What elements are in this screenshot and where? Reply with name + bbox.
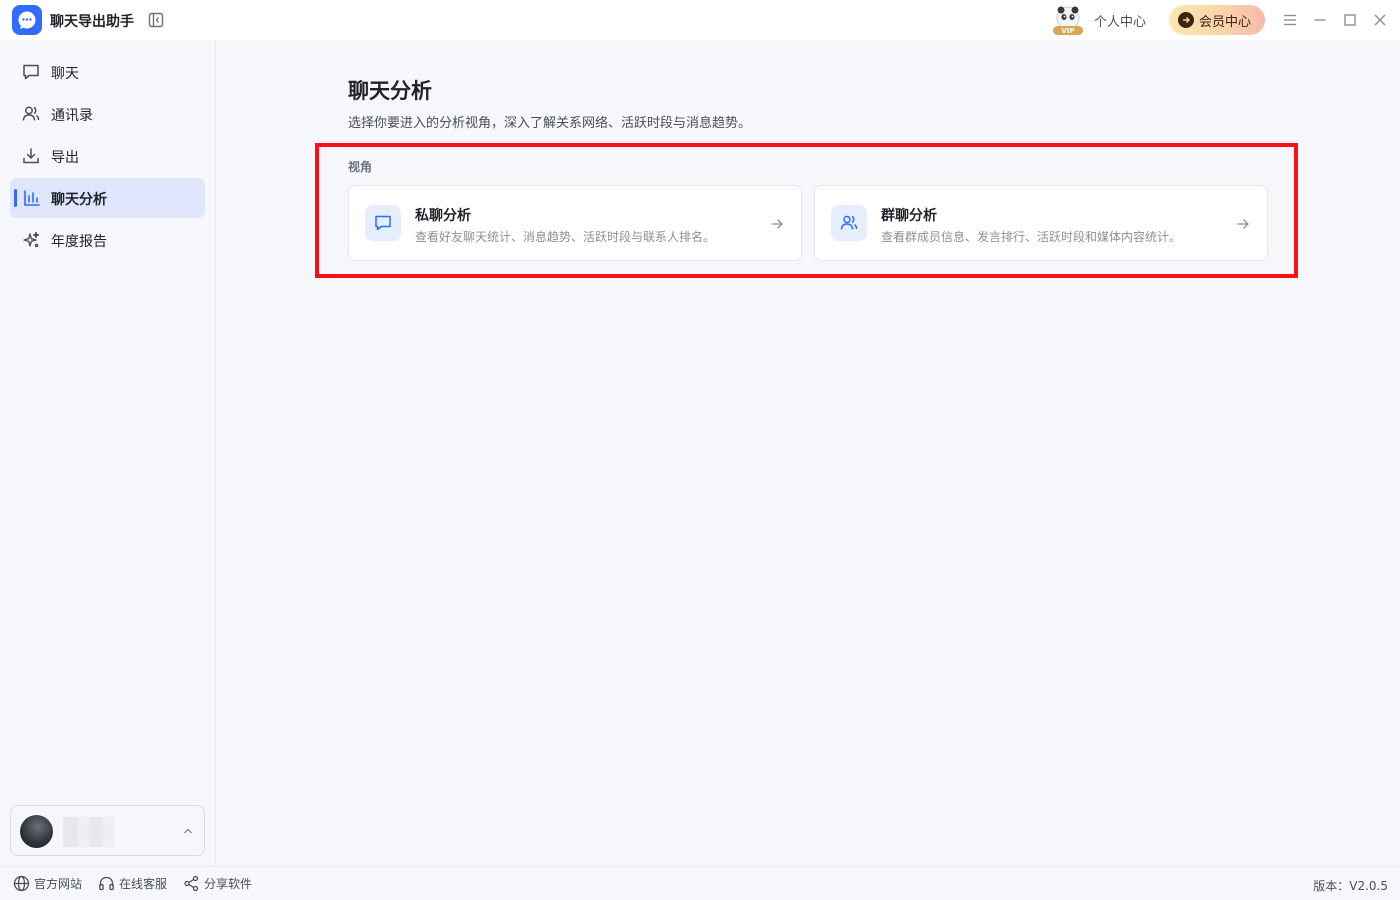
sidebar-item-export[interactable]: 导出 xyxy=(10,136,205,176)
sidebar-item-annual-report[interactable]: 年度报告 xyxy=(10,220,205,260)
status-bar: 官方网站 在线客服 分享软件 版本：V2.0.5 xyxy=(0,866,1400,900)
status-link-label: 在线客服 xyxy=(119,877,168,891)
download-icon xyxy=(21,146,41,166)
active-indicator xyxy=(14,189,17,207)
sidebar-item-label: 导出 xyxy=(51,150,79,166)
main-content: 聊天分析 选择你要进入的分析视角，深入了解关系网络、活跃时段与消息趋势。 视角 … xyxy=(217,40,1400,866)
app-logo-icon xyxy=(12,5,42,35)
sidebar-item-chat[interactable]: 聊天 xyxy=(10,52,205,92)
chevron-up-icon xyxy=(181,823,195,837)
minimize-icon[interactable] xyxy=(1311,11,1329,29)
sidebar-item-contacts[interactable]: 通讯录 xyxy=(10,94,205,134)
personal-center-link[interactable]: 个人中心 xyxy=(1094,11,1146,30)
official-website-link[interactable]: 官方网站 xyxy=(13,875,82,892)
globe-icon xyxy=(13,875,30,892)
page-subtitle: 选择你要进入的分析视角，深入了解关系网络、活跃时段与消息趋势。 xyxy=(348,116,752,131)
share-icon xyxy=(183,875,200,892)
online-support-link[interactable]: 在线客服 xyxy=(98,875,167,892)
vip-avatar-icon[interactable]: VIP xyxy=(1051,5,1085,37)
arrow-right-circle-icon xyxy=(1178,12,1194,28)
contacts-icon xyxy=(21,104,41,124)
chat-bubble-icon xyxy=(21,62,41,82)
app-title: 聊天导出助手 xyxy=(50,14,134,30)
sidebar-item-label: 年度报告 xyxy=(51,234,107,250)
title-bar: 聊天导出助手 VIP 个人中心 会员中心 xyxy=(0,0,1400,40)
sidebar-item-chat-analysis[interactable]: 聊天分析 xyxy=(10,178,205,218)
page-title: 聊天分析 xyxy=(348,79,432,103)
close-icon[interactable] xyxy=(1371,11,1389,29)
vip-badge-text: VIP xyxy=(1061,27,1074,35)
sparkle-icon xyxy=(21,230,41,250)
sidebar-item-label: 聊天分析 xyxy=(51,192,107,208)
bar-chart-icon xyxy=(21,188,41,208)
status-link-label: 官方网站 xyxy=(34,877,83,891)
version-label: 版本：V2.0.5 xyxy=(1313,879,1388,893)
sidebar-item-label: 通讯录 xyxy=(51,108,93,124)
highlight-annotation-box xyxy=(315,143,1298,278)
menu-icon[interactable] xyxy=(1281,11,1299,29)
share-software-link[interactable]: 分享软件 xyxy=(183,875,252,892)
avatar xyxy=(20,815,53,848)
status-link-label: 分享软件 xyxy=(204,877,253,891)
member-center-label: 会员中心 xyxy=(1199,14,1252,30)
user-account-card[interactable] xyxy=(10,805,205,856)
sidebar: 聊天 通讯录 导出 聊天分析 年度报告 xyxy=(0,40,216,866)
user-name-redacted xyxy=(63,817,115,847)
collapse-sidebar-icon[interactable] xyxy=(147,11,165,29)
maximize-icon[interactable] xyxy=(1341,11,1359,29)
headset-icon xyxy=(98,875,115,892)
member-center-button[interactable]: 会员中心 xyxy=(1169,5,1265,35)
sidebar-item-label: 聊天 xyxy=(51,66,79,82)
